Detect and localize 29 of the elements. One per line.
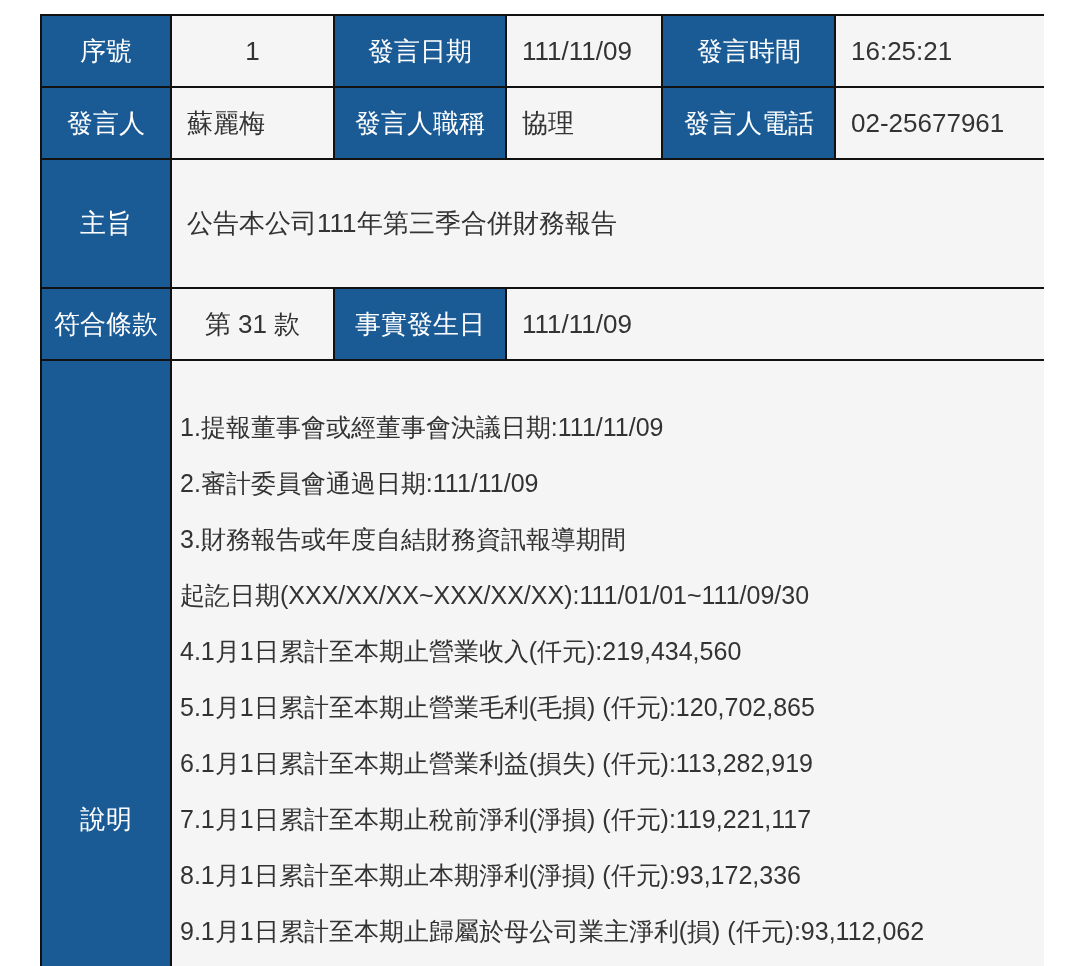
row-header: 主旨 <box>42 160 170 287</box>
description-line: 2.審計委員會通過日期:111/11/09 <box>180 468 539 499</box>
row-header: 事實發生日 <box>335 289 505 359</box>
row-header: 序號 <box>42 16 170 86</box>
table-cell: 111/11/09 <box>507 16 661 86</box>
table-cell: 蘇麗梅 <box>172 88 333 158</box>
table-cell: 第 31 款 <box>172 289 333 359</box>
row-header: 發言時間 <box>663 16 834 86</box>
table-cell: 協理 <box>507 88 661 158</box>
description-line: 6.1月1日累計至本期止營業利益(損失) (仟元):113,282,919 <box>180 748 814 779</box>
table-cell: 111/11/09 <box>507 289 1044 359</box>
row-header: 說明 <box>42 361 170 966</box>
description-line: 7.1月1日累計至本期止稅前淨利(淨損) (仟元):119,221,117 <box>180 804 812 835</box>
row-header: 發言人職稱 <box>335 88 505 158</box>
description-line: 起訖日期(XXX/XX/XX~XXX/XX/XX):111/01/01~111/09/30 <box>180 580 810 611</box>
table-cell: 02-25677961 <box>836 88 1044 158</box>
row-header: 發言人 <box>42 88 170 158</box>
row-header: 發言日期 <box>335 16 505 86</box>
row-header: 符合條款 <box>42 289 170 359</box>
description-line: 5.1月1日累計至本期止營業毛利(毛損) (仟元):120,702,865 <box>180 692 815 723</box>
table-cell: 1 <box>172 16 333 86</box>
table-cell: 公告本公司111年第三季合併財務報告 <box>172 160 1044 287</box>
table-cell: 16:25:21 <box>836 16 1044 86</box>
description-line: 8.1月1日累計至本期止本期淨利(淨損) (仟元):93,172,336 <box>180 860 801 891</box>
description-line: 3.財務報告或年度自結財務資訊報導期間 <box>180 524 626 555</box>
description-line: 1.提報董事會或經董事會決議日期:111/11/09 <box>180 412 664 443</box>
description-line: 9.1月1日累計至本期止歸屬於母公司業主淨利(損) (仟元):93,112,062 <box>180 916 925 947</box>
description-line: 4.1月1日累計至本期止營業收入(仟元):219,434,560 <box>180 636 742 667</box>
row-header: 發言人電話 <box>663 88 834 158</box>
